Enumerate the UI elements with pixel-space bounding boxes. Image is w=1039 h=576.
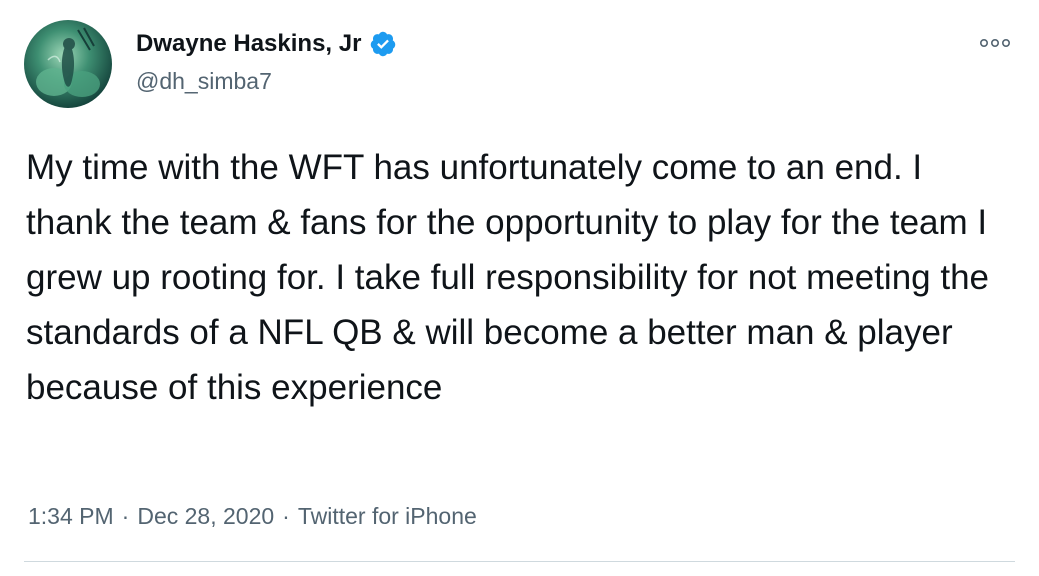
divider <box>24 561 1015 562</box>
tweet-text: My time with the WFT has unfortunately c… <box>26 148 990 407</box>
avatar-image <box>24 20 112 108</box>
tweet-metadata: 1:34 PM · Dec 28, 2020 · Twitter for iPhone <box>28 498 477 534</box>
author-handle[interactable]: @dh_simba7 <box>136 66 272 96</box>
tweet-date[interactable]: Dec 28, 2020 <box>137 503 274 529</box>
display-name[interactable]: Dwayne Haskins, Jr <box>136 29 361 59</box>
tweet-source[interactable]: Twitter for iPhone <box>298 503 477 529</box>
more-options-button[interactable] <box>975 34 1015 52</box>
verified-badge-icon <box>371 31 396 57</box>
more-options-icon <box>979 38 1010 48</box>
meta-separator: · <box>121 503 130 529</box>
author-name-row[interactable]: Dwayne Haskins, Jr <box>136 29 397 59</box>
meta-separator: · <box>282 503 290 529</box>
tweet-time[interactable]: 1:34 PM <box>28 503 114 529</box>
tweet-card: Dwayne Haskins, Jr @dh_simba7 My time wi… <box>0 0 1039 576</box>
profile-avatar[interactable] <box>24 20 112 108</box>
